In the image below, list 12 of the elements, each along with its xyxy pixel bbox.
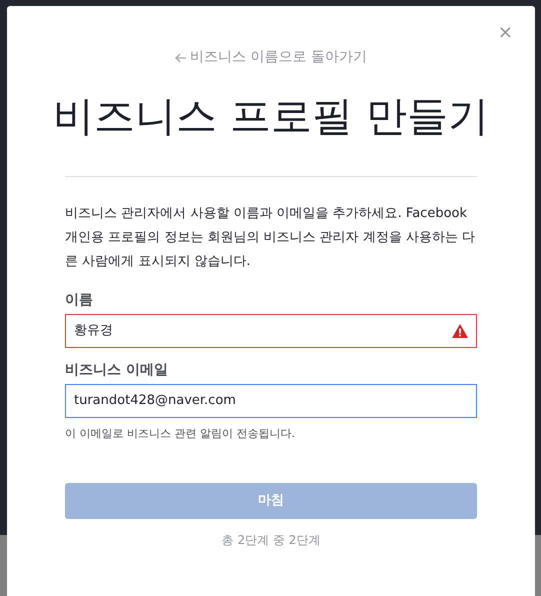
dialog-title: 비즈니스 프로필 만들기 — [52, 91, 490, 142]
description: 비즈니스 관리자에서 사용할 이름과 이메일을 추가하세요. Facebook 개인용 프로필의 정보는 회원님의 비즈니스 관리자 계정을 사용하는 다른 사람에게 표시되지 않습니다. — [65, 205, 476, 271]
input-field[interactable]: 황유경 — [65, 314, 477, 348]
field-hint: 이 이메일로 비즈니스 관련 알림이 전송됩니다. — [65, 426, 296, 442]
field-label: 이름 — [65, 291, 94, 310]
close-button[interactable]: × — [498, 24, 513, 42]
step-indicator: 총 2단계 중 2단계 — [222, 532, 320, 548]
back-link[interactable]: 비즈니스 이름으로 돌아가기 — [175, 47, 367, 68]
arrow-left-icon — [175, 52, 186, 62]
field-label: 비즈니스 이메일 — [65, 361, 169, 380]
warning-icon — [452, 324, 468, 338]
input-field[interactable]: turandot428@naver.com — [65, 384, 477, 418]
